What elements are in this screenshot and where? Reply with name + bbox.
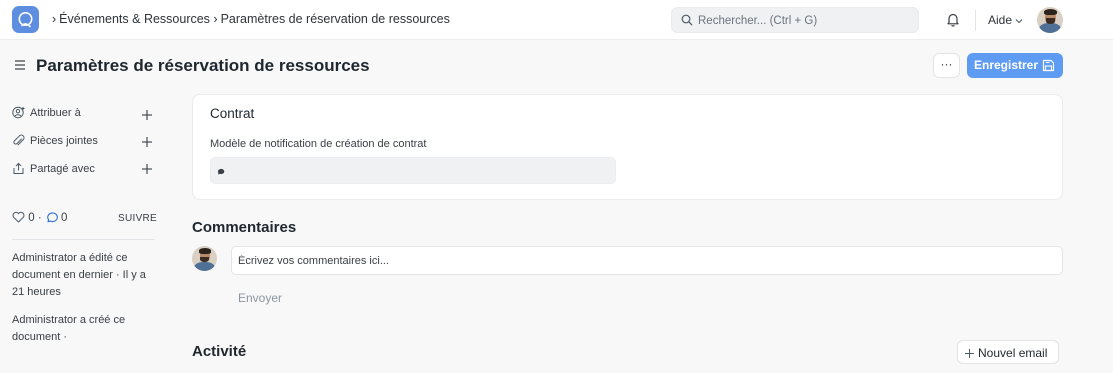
sidebar-item-label: Partagé avec xyxy=(30,163,95,175)
new-email-label: Nouvel email xyxy=(978,346,1048,360)
more-actions-button[interactable]: ··· xyxy=(933,53,960,78)
contrat-section: Contrat Modèle de notification de créati… xyxy=(192,94,1063,200)
search-bar[interactable] xyxy=(671,7,919,33)
last-edit-info: Administrator a édité ce document en der… xyxy=(12,252,146,298)
comment-bubble-icon xyxy=(217,168,225,175)
comments-title: Commentaires xyxy=(192,219,297,236)
help-dropdown[interactable]: Aide xyxy=(988,13,1023,27)
created-info: Administrator a créé ce document · xyxy=(12,314,126,343)
sidebar-item-label: Pièces jointes xyxy=(30,135,98,147)
navbar-divider xyxy=(975,10,976,31)
comment-input[interactable] xyxy=(238,252,1048,269)
section-title-contrat: Contrat xyxy=(210,106,255,121)
heart-icon[interactable] xyxy=(12,211,25,223)
floppy-disk-icon xyxy=(1042,59,1055,72)
comment-author-avatar xyxy=(192,246,217,271)
likes-comments-counter: 0 · 0 xyxy=(12,211,67,224)
field-label-contract-template: Modèle de notification de création de co… xyxy=(210,138,427,150)
chevron-right-icon: › xyxy=(213,12,218,26)
add-attachment-icon[interactable] xyxy=(142,135,152,150)
comment-bubble-icon[interactable] xyxy=(45,211,58,223)
add-share-icon[interactable] xyxy=(142,162,152,177)
assign-user-icon xyxy=(12,106,25,119)
breadcrumb-item-settings[interactable]: Paramètres de réservation de ressources xyxy=(221,12,450,26)
sidebar-divider xyxy=(12,239,155,240)
save-button[interactable]: Enregistrer xyxy=(967,53,1063,78)
paperclip-icon xyxy=(13,134,25,146)
chevron-down-icon xyxy=(1015,18,1023,24)
sidebar-toggle-icon[interactable] xyxy=(14,59,26,74)
activity-title: Activité xyxy=(192,343,247,360)
app-logo[interactable] xyxy=(12,6,39,33)
contract-template-field[interactable] xyxy=(210,157,616,184)
new-email-button[interactable]: Nouvel email xyxy=(957,340,1059,364)
search-icon xyxy=(681,14,693,26)
sidebar-item-label: Attribuer à xyxy=(30,107,81,119)
add-assign-icon[interactable] xyxy=(142,108,152,123)
breadcrumb-item-events[interactable]: Événements & Ressources xyxy=(59,12,210,26)
follow-button[interactable]: SUIVRE xyxy=(118,213,157,224)
send-comment-button[interactable]: Envoyer xyxy=(231,288,289,310)
search-input[interactable] xyxy=(698,12,908,29)
user-avatar[interactable] xyxy=(1037,7,1063,33)
save-button-label: Enregistrer xyxy=(974,58,1039,72)
comments-count: 0 xyxy=(61,212,68,224)
chevron-right-icon: › xyxy=(52,12,57,26)
top-navbar: › Événements & Ressources › Paramètres de … xyxy=(0,0,1113,40)
likes-count: 0 xyxy=(28,212,35,224)
share-icon xyxy=(13,162,24,174)
help-label: Aide xyxy=(988,13,1013,27)
comment-box[interactable] xyxy=(231,246,1063,275)
notifications-bell-icon[interactable] xyxy=(946,12,960,30)
dot-separator: · xyxy=(37,212,45,224)
logo-icon xyxy=(18,12,33,28)
plus-icon xyxy=(965,349,974,358)
page-title: Paramètres de réservation de ressources xyxy=(36,56,370,75)
breadcrumb: › Événements & Ressources › Paramètres de … xyxy=(52,12,450,26)
